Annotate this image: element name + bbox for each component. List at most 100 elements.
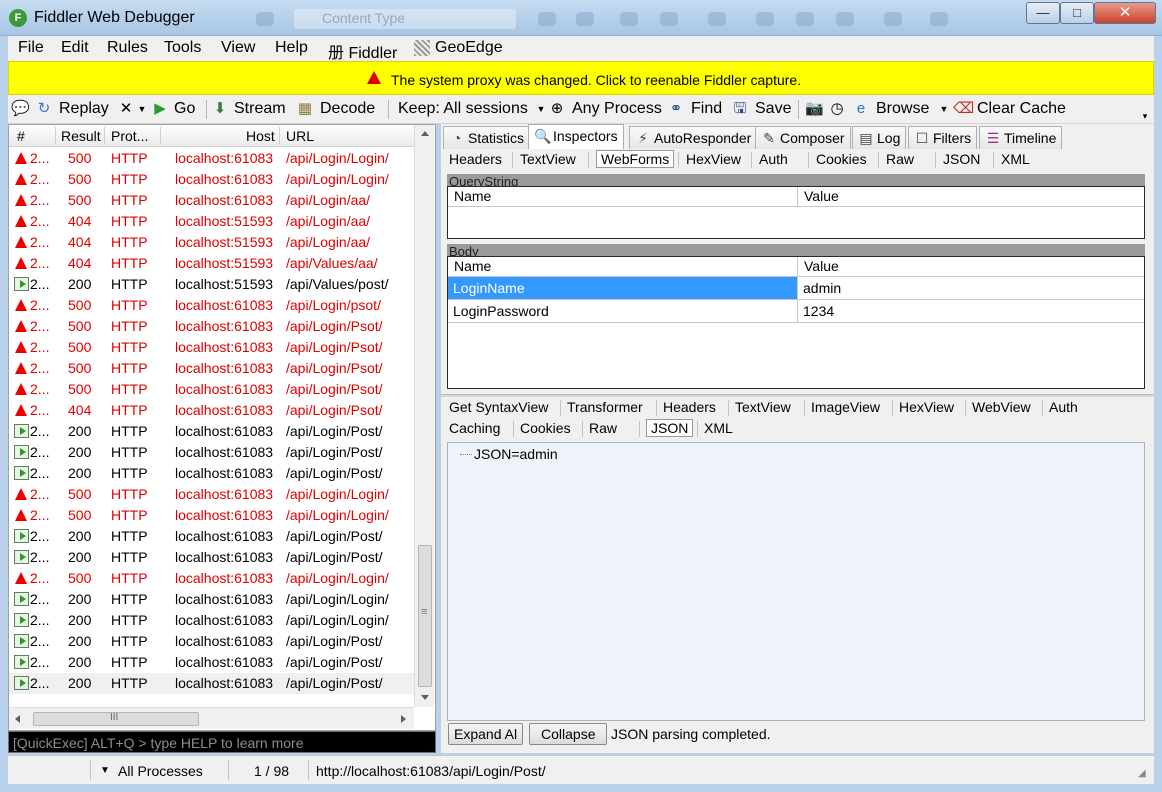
table-row[interactable]: 2... 200 HTTP localhost:61083/api/Login/Log… [9,589,414,610]
replay-button[interactable]: Replay [59,100,109,118]
menu-help[interactable]: Help [275,39,308,57]
table-row[interactable]: 2... 200 HTTP localhost:61083/api/Login/Pos… [9,421,414,442]
menu-geoedge[interactable]: GeoEdge [435,39,503,57]
table-row[interactable]: 2... 404 HTTP localhost:51593/api/Login/aa/ [9,211,414,232]
request-tab-headers[interactable]: Headers [449,151,502,167]
menu-view[interactable]: View [221,39,255,57]
json-tree-node[interactable]: JSON=admin [474,446,558,462]
toolbar-overflow-icon[interactable]: ▾ [1136,107,1154,125]
tab-statistics[interactable]: ◔ Statistics [443,126,531,149]
table-row[interactable]: 2... 500 HTTP localhost:61083/api/Login/Log… [9,484,414,505]
body-row-name[interactable]: LoginName [448,277,798,300]
table-row[interactable]: 2... 500 HTTP localhost:61083/api/Login/aa/ [9,190,414,211]
table-row[interactable]: 2... 404 HTTP localhost:61083/api/Login/Pso… [9,400,414,421]
table-row[interactable]: 2... 404 HTTP localhost:51593/api/Login/aa/ [9,232,414,253]
querystring-table[interactable]: Name Value [447,186,1145,239]
decode-button[interactable]: Decode [320,100,375,118]
json-tree-view[interactable]: JSON=admin [447,442,1145,721]
go-button[interactable]: Go [174,100,195,118]
screenshot-icon[interactable]: 📷 [805,100,824,118]
response-tab-textview[interactable]: TextView [735,399,791,415]
response-tab-imageview[interactable]: ImageView [811,399,880,415]
table-row[interactable]: 2... 200 HTTP localhost:61083/api/Login/Pos… [9,673,414,694]
scroll-left-arrow-icon[interactable] [15,715,20,723]
request-tab-auth[interactable]: Auth [759,151,788,167]
table-row[interactable]: 2... 200 HTTP localhost:61083/api/Login/Pos… [9,652,414,673]
request-tab-raw[interactable]: Raw [886,151,914,167]
splitter[interactable] [441,394,1154,397]
response-tab-hexview[interactable]: HexView [899,399,954,415]
table-row[interactable]: 2... 200 HTTP localhost:61083/api/Login/Pos… [9,442,414,463]
request-tab-textview[interactable]: TextView [520,151,576,167]
any-process-button[interactable]: Any Process [572,100,662,118]
table-row[interactable]: 2... 404 HTTP localhost:51593/api/Values/aa… [9,253,414,274]
table-row[interactable]: 2... 500 HTTP localhost:61083/api/Login/Pso… [9,337,414,358]
request-tab-webforms[interactable]: WebForms [596,150,675,168]
close-button[interactable]: ✕ [1094,2,1156,24]
sessions-vertical-scrollbar[interactable]: ≡ [414,125,434,707]
tab-timeline[interactable]: ☰ Timeline [979,126,1063,149]
clear-cache-button[interactable]: Clear Cache [977,100,1066,118]
col-result[interactable]: Result [61,128,101,144]
body-name-header[interactable]: Name [448,257,798,277]
scroll-down-arrow-icon[interactable] [421,695,429,700]
request-tab-cookies[interactable]: Cookies [816,151,867,167]
response-tab-raw[interactable]: Raw [589,420,617,436]
sessions-horizontal-scrollbar[interactable]: III [9,707,414,729]
tab-composer[interactable]: ✎ Composer [755,126,851,149]
tab-autoresponder[interactable]: ⚡ AutoResponder [629,126,758,149]
querystring-value-header[interactable]: Value [798,187,1144,207]
table-row[interactable]: 2... 200 HTTP localhost:61083/api/Login/Pos… [9,463,414,484]
body-row-value[interactable]: admin [798,277,1144,300]
menu-tools[interactable]: Tools [164,39,201,57]
table-row[interactable]: 2... 500 HTTP localhost:61083/api/Login/Log… [9,148,414,169]
table-row[interactable]: 2... 500 HTTP localhost:61083/api/Login/pso… [9,295,414,316]
find-button[interactable]: Find [691,100,722,118]
tab-filters[interactable]: ☐ Filters [908,126,978,149]
body-table[interactable]: Name Value LoginName admin LoginPassword… [447,256,1145,389]
response-tab-transformer[interactable]: Transformer [567,399,643,415]
table-row[interactable]: 2... 500 HTTP localhost:61083/api/Login/Log… [9,568,414,589]
sessions-list[interactable]: # Result Prot... Host URL 2... 500 HTTP loc… [8,124,436,731]
col-host[interactable]: Host [246,128,275,144]
browse-dropdown-icon[interactable]: ▼ [935,100,953,118]
table-row[interactable]: 2... 200 HTTP localhost:51593/api/Values/po… [9,274,414,295]
table-row[interactable]: 2... 200 HTTP localhost:61083/api/Login/Pos… [9,547,414,568]
table-row[interactable]: 2... 200 HTTP localhost:61083/api/Login/Log… [9,610,414,631]
col-number[interactable]: # [17,128,25,144]
table-row[interactable]: 2... 500 HTTP localhost:61083/api/Login/Pso… [9,379,414,400]
menu-fiddler[interactable]: 册 Fiddler [328,39,397,63]
body-row-name[interactable]: LoginPassword [448,300,798,323]
proxy-changed-banner[interactable]: The system proxy was changed. Click to r… [8,61,1154,95]
tab-log[interactable]: ▤ Log [852,126,907,149]
response-tab-json[interactable]: JSON [646,419,694,437]
vertical-scroll-thumb[interactable]: ≡ [418,545,432,687]
request-tab-hexview[interactable]: HexView [686,151,741,167]
col-protocol[interactable]: Prot... [111,128,148,144]
table-row[interactable]: 2... 500 HTTP localhost:61083/api/Login/Pso… [9,316,414,337]
maximize-button[interactable]: □ [1060,2,1094,24]
horizontal-scroll-thumb[interactable]: III [33,712,199,726]
scroll-right-arrow-icon[interactable] [401,715,406,723]
resize-grip-icon[interactable]: ◢ [1138,768,1146,779]
keep-sessions-dropdown[interactable]: Keep: All sessions [398,100,528,118]
tab-inspectors[interactable]: 🔍 Inspectors [528,124,624,149]
menu-rules[interactable]: Rules [107,39,148,57]
stream-button[interactable]: Stream [234,100,286,118]
table-row[interactable]: 2... 500 HTTP localhost:61083/api/Login/Log… [9,505,414,526]
table-row[interactable]: 2... 500 HTTP localhost:61083/api/Login/Pso… [9,358,414,379]
response-tab-xml[interactable]: XML [704,420,733,436]
table-row[interactable]: 2... 500 HTTP localhost:61083/api/Login/Log… [9,169,414,190]
response-tab-caching[interactable]: Caching [449,420,500,436]
table-row[interactable]: 2... 200 HTTP localhost:61083/api/Login/Pos… [9,631,414,652]
menu-edit[interactable]: Edit [61,39,89,57]
body-value-header[interactable]: Value [798,257,1144,277]
comment-icon[interactable]: 💬 [11,100,30,118]
expand-all-button[interactable]: Expand Al [448,723,524,745]
timer-icon[interactable]: ◷ [828,100,846,118]
minimize-button[interactable]: — [1026,2,1060,24]
response-tab-get-syntaxview[interactable]: Get SyntaxView [449,399,548,415]
response-tab-webview[interactable]: WebView [972,399,1031,415]
querystring-name-header[interactable]: Name [448,187,798,207]
browse-button[interactable]: Browse [876,100,929,118]
